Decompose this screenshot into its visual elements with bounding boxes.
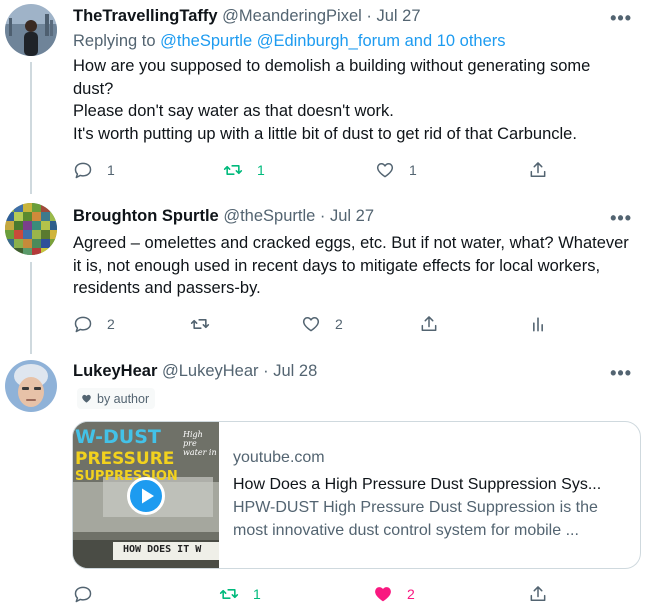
display-name[interactable]: TheTravellingTaffy [73,7,218,25]
heart-small-icon [82,394,91,403]
card-title[interactable]: How Does a High Pressure Dust Suppressio… [233,476,628,494]
by-author-badge: by author [77,388,156,409]
tweet-line: Agreed – omelettes and cracked eggs, etc… [73,234,629,297]
reply-icon [74,586,92,603]
replying-to: Replying to @theSpurtle @Edinburgh_forum… [73,32,506,51]
separator-dot: · [319,207,326,225]
user-handle[interactable]: @MeanderingPixel [222,7,362,25]
like-count: 2 [407,586,415,602]
retweet-button[interactable]: 1 [219,582,261,606]
share-button[interactable] [419,312,439,336]
more-options-button[interactable]: ••• [610,208,632,229]
retweet-icon [223,165,243,175]
like-button[interactable]: 1 [375,158,417,182]
replying-to-link[interactable]: @theSpurtle @Edinburgh_forum and 10 othe… [160,32,505,50]
reply-icon [74,316,92,333]
like-count: 1 [409,162,417,178]
reply-button[interactable] [73,582,107,606]
avatar[interactable] [5,360,57,412]
thumb-side-text: High pre water in [183,430,217,457]
reply-button[interactable]: 2 [73,312,115,336]
retweet-icon [190,319,210,329]
avatar[interactable] [5,4,57,56]
video-thumbnail[interactable]: W-DUST PRESSURE SUPPRESSION High pre wat… [73,422,219,568]
share-icon [530,586,546,601]
tweet-line: Please don't say water as that doesn't w… [73,102,394,120]
share-icon [530,162,546,177]
avatar-photo-lukeyhear [5,360,57,412]
card-body: youtube.com How Does a High Pressure Dus… [233,449,628,542]
avatar-photo-travellingtaffy [5,4,57,56]
share-icon [421,316,437,331]
play-icon [142,488,154,504]
like-button[interactable]: 2 [301,312,343,336]
like-button[interactable]: 2 [373,582,415,606]
analytics-icon [533,317,543,332]
thumb-title-2: PRESSURE [75,449,175,469]
reply-count: 1 [107,162,115,178]
thumb-bottom-text: HOW DOES IT W [123,544,202,555]
more-options-button[interactable]: ••• [610,8,632,29]
play-button[interactable] [127,477,165,515]
tweet-2[interactable]: Broughton Spurtle @theSpurtle · Jul 27 •… [0,195,650,345]
user-handle[interactable]: @LukeyHear [162,362,259,380]
separator-dot: · [366,7,372,25]
retweet-button[interactable] [190,312,224,336]
retweet-button[interactable]: 1 [223,158,265,182]
tweet-header: TheTravellingTaffy @MeanderingPixel · Ju… [73,7,421,26]
user-handle[interactable]: @theSpurtle [223,207,315,225]
thumb-title-1: W-DUST [75,426,161,448]
heart-icon [302,317,320,332]
reply-icon [74,162,92,179]
avatar[interactable] [5,203,57,255]
retweet-count: 1 [253,586,261,602]
by-author-label: by author [97,391,150,406]
tweet-date[interactable]: Jul 27 [377,7,421,25]
tweet-actions: 1 1 1 [73,158,633,182]
tweet-text: How are you supposed to demolish a build… [73,55,633,145]
retweet-count: 1 [257,162,265,178]
like-count: 2 [335,316,343,332]
tweet-text: Agreed – omelettes and cracked eggs, etc… [73,232,633,300]
share-button[interactable] [528,158,548,182]
tweet-1[interactable]: TheTravellingTaffy @MeanderingPixel · Ju… [0,0,650,190]
heart-filled-icon [375,587,391,602]
link-preview-card[interactable]: W-DUST PRESSURE SUPPRESSION High pre wat… [72,421,641,569]
more-options-button[interactable]: ••• [610,363,632,384]
replying-to-prefix: Replying to [73,32,156,50]
separator-dot: · [263,362,269,380]
reply-button[interactable]: 1 [73,158,115,182]
card-domain: youtube.com [233,449,325,466]
tweet-actions: 1 2 [73,582,633,606]
reply-count: 2 [107,316,115,332]
heart-icon [376,163,394,178]
analytics-button[interactable] [528,312,548,336]
share-button[interactable] [528,582,548,606]
avatar-mosaic-spurtle [5,203,57,255]
tweet-header: Broughton Spurtle @theSpurtle · Jul 27 [73,207,374,226]
tweet-line: It's worth putting up with a little bit … [73,124,577,143]
tweet-date[interactable]: Jul 28 [273,362,317,380]
tweet-date[interactable]: Jul 27 [330,207,374,225]
thumb-title-3: SUPPRESSION [75,469,178,484]
card-description: HPW-DUST High Pressure Dust Suppression … [233,499,598,539]
tweet-actions: 2 2 [73,312,633,336]
tweet-line: How are you supposed to demolish a build… [73,57,591,98]
display-name[interactable]: LukeyHear [73,362,157,380]
tweet-header: LukeyHear @LukeyHear · Jul 28 [73,362,317,381]
retweet-icon [219,589,239,599]
display-name[interactable]: Broughton Spurtle [73,207,219,225]
